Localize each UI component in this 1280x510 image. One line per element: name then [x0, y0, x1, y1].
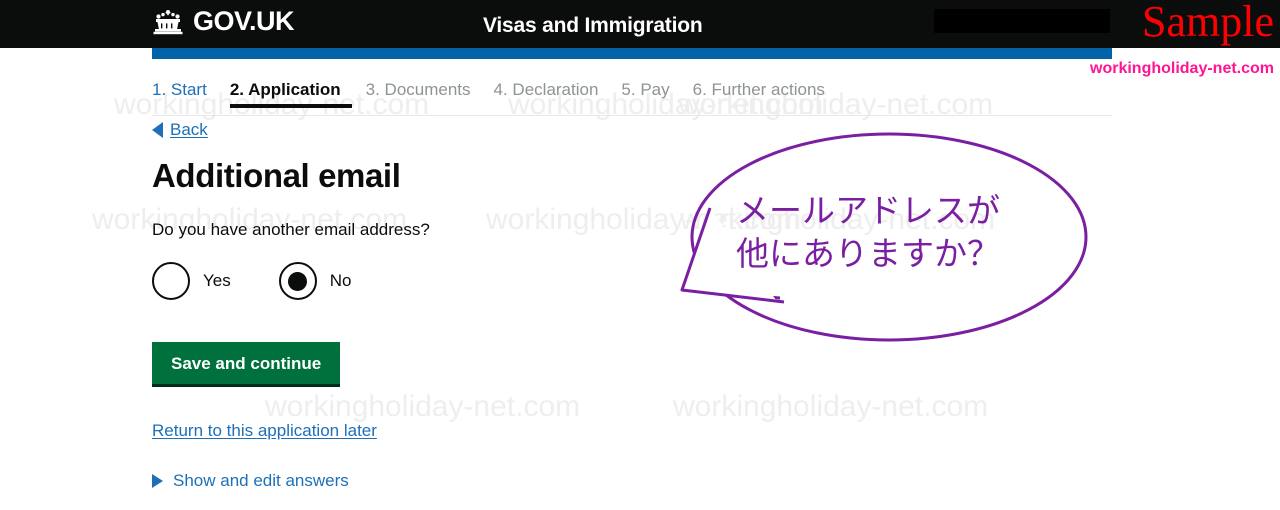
step-item-6[interactable]: 6. Further actions — [693, 80, 836, 106]
save-and-continue-button[interactable]: Save and continue — [152, 342, 341, 388]
step-item-2: 2. Application — [229, 80, 352, 108]
main-content: Back Additional email Do you have anothe… — [152, 120, 752, 491]
radio-group: Yes No — [152, 262, 752, 301]
back-link[interactable]: Back — [170, 120, 208, 140]
annotation-speech-bubble: メールアドレスが 他にありますか？ — [676, 128, 1094, 346]
govuk-brand[interactable]: GOV.UK — [152, 6, 295, 36]
step-item-1[interactable]: 1. Start — [152, 80, 218, 106]
radio-label: Yes — [203, 271, 231, 291]
step-item-5[interactable]: 5. Pay — [621, 80, 680, 106]
redaction-bar — [934, 9, 1110, 33]
radio-label: No — [329, 271, 352, 291]
crown-icon — [153, 9, 183, 34]
triangle-left-icon — [152, 122, 163, 138]
question-label: Do you have another email address? — [152, 220, 430, 240]
phase-bar — [152, 48, 1112, 59]
back-link-row[interactable]: Back — [152, 120, 752, 140]
radio-option-yes[interactable]: Yes — [152, 262, 231, 301]
radio-option-no[interactable]: No — [278, 262, 352, 301]
show-edit-answers-toggle[interactable]: Show and edit answers — [152, 471, 752, 491]
annotation-text: メールアドレスが 他にありますか？ — [736, 192, 1000, 272]
sample-stamp: Sample — [1142, 0, 1274, 46]
radio-selected-dot — [288, 271, 308, 291]
step-navigation: 1. Start 2. Application 3. Documents 4. Dec… — [152, 80, 1112, 108]
step-item-3[interactable]: 3. Documents — [366, 80, 482, 106]
govuk-header: GOV.UK Visas and Immigration Sample — [0, 0, 1280, 48]
site-url-watermark: workingholiday-net.com — [1090, 60, 1275, 77]
step-item-4[interactable]: 4. Declaration — [494, 80, 610, 106]
step-divider — [152, 115, 1112, 116]
triangle-right-icon — [152, 474, 163, 489]
page-root: workingholiday-net.com workingholiday-net… — [0, 0, 1280, 510]
service-name: Visas and Immigration — [483, 14, 703, 37]
page-title: Additional email — [152, 157, 401, 194]
return-later-link[interactable]: Return to this application later — [152, 421, 752, 441]
govuk-brand-label: GOV.UK — [193, 6, 295, 36]
radio-button[interactable] — [152, 262, 190, 301]
radio-button[interactable] — [278, 262, 317, 301]
show-edit-answers-label[interactable]: Show and edit answers — [173, 471, 349, 491]
